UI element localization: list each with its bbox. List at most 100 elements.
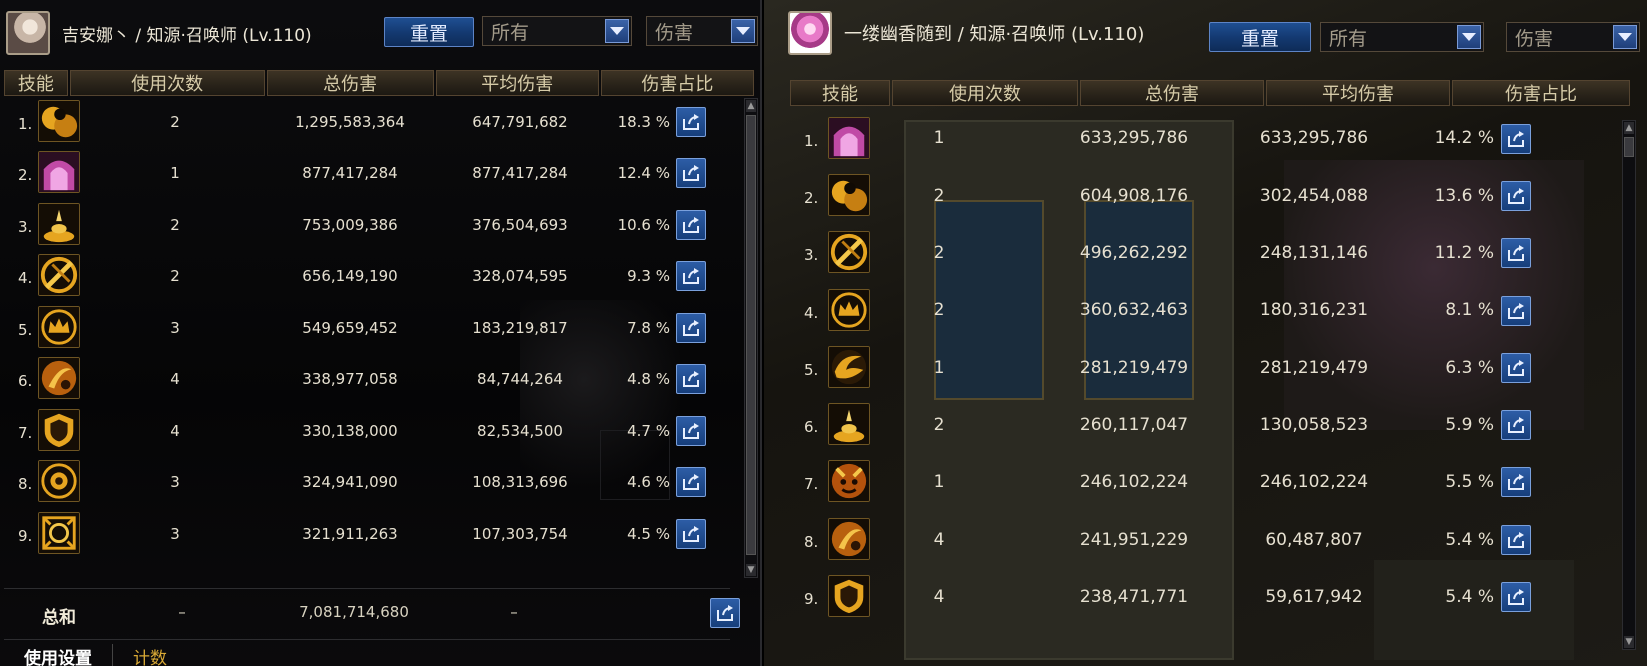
scroll-thumb[interactable] — [746, 115, 756, 555]
metric-filter-value: 伤害 — [655, 21, 694, 44]
skill-filter-dropdown[interactable]: 所有 — [482, 16, 632, 46]
share-row-button[interactable] — [1501, 352, 1531, 383]
share-row-button[interactable] — [676, 518, 706, 549]
scroll-down-icon[interactable]: ▼ — [746, 564, 756, 576]
col-uses[interactable]: 使用次数 — [892, 80, 1078, 106]
shield-icon[interactable] — [828, 575, 870, 618]
row-total-damage: 324,941,090 — [302, 473, 398, 492]
skill-filter-dropdown[interactable]: 所有 — [1320, 22, 1484, 52]
pink-gate-icon[interactable] — [38, 151, 80, 194]
metric-filter-value: 伤害 — [1515, 27, 1554, 50]
metric-filter-dropdown[interactable]: 伤害 — [646, 16, 758, 46]
row-rank: 9. — [18, 526, 33, 545]
share-row-button[interactable] — [1501, 467, 1531, 498]
scroll-thumb[interactable] — [1624, 137, 1634, 157]
share-icon — [1508, 302, 1524, 319]
metric-filter-dropdown[interactable]: 伤害 — [1506, 22, 1640, 52]
share-row-button[interactable] — [676, 261, 706, 292]
share-row-button[interactable] — [1501, 410, 1531, 441]
scroll-down-icon[interactable]: ▼ — [1624, 636, 1634, 648]
gold-pile-icon[interactable] — [38, 202, 80, 245]
share-row-button[interactable] — [676, 312, 706, 343]
share-icon — [1508, 531, 1524, 548]
table-row: 3. 2 753,009,386 376,504,693 10.6 % — [0, 199, 760, 251]
scroll-up-icon[interactable]: ▲ — [1624, 122, 1634, 134]
col-skill[interactable]: 技能 — [790, 80, 890, 106]
row-total-damage: 241,951,229 — [1079, 529, 1189, 550]
share-row-button[interactable] — [676, 415, 706, 446]
row-total-damage: 753,009,386 — [302, 215, 398, 234]
demon-face-icon[interactable] — [828, 460, 870, 503]
share-icon — [683, 268, 699, 285]
col-total-damage[interactable]: 总伤害 — [266, 70, 434, 96]
share-icon — [1508, 359, 1524, 376]
row-damage-share: 5.4 % — [1445, 529, 1494, 550]
share-total-button[interactable] — [710, 598, 740, 628]
pink-gate-icon[interactable] — [828, 116, 870, 159]
scroll-up-icon[interactable]: ▲ — [746, 100, 756, 112]
rune-frame-icon[interactable] — [38, 511, 80, 554]
total-damage: 7,081,714,680 — [299, 603, 409, 621]
shield-icon[interactable] — [38, 408, 80, 451]
share-row-button[interactable] — [676, 106, 706, 137]
share-icon — [683, 319, 699, 336]
row-total-damage: 549,659,452 — [302, 318, 398, 337]
share-row-button[interactable] — [1501, 123, 1531, 154]
share-row-button[interactable] — [1501, 180, 1531, 211]
sun-medal-icon[interactable] — [38, 460, 80, 503]
row-damage-share: 8.1 % — [1445, 300, 1494, 321]
row-damage-share: 4.8 % — [627, 370, 670, 389]
share-row-button[interactable] — [1501, 238, 1531, 269]
share-row-button[interactable] — [676, 364, 706, 395]
row-damage-share: 4.6 % — [627, 473, 670, 492]
character-name: 一缕幽香随到 / 知源·召唤师 (Lv.110) — [844, 24, 1145, 45]
skill-filter-value: 所有 — [1329, 27, 1368, 50]
col-avg-damage[interactable]: 平均伤害 — [1266, 80, 1450, 106]
row-avg-damage: 281,219,479 — [1259, 357, 1369, 378]
share-row-button[interactable] — [1501, 524, 1531, 555]
slash-seal-icon[interactable] — [828, 231, 870, 274]
share-row-button[interactable] — [676, 158, 706, 189]
row-total-damage: 260,117,047 — [1079, 414, 1189, 435]
table-row: 8. 4 241,951,229 60,487,807 5.4 % — [764, 511, 1647, 568]
share-icon — [1508, 417, 1524, 434]
share-row-button[interactable] — [676, 467, 706, 498]
scrollbar[interactable]: ▲ ▼ — [1622, 120, 1636, 650]
table-row: 4. 2 360,632,463 180,316,231 8.1 % — [764, 282, 1647, 339]
row-total-damage: 338,977,058 — [302, 370, 398, 389]
twin-orb-icon[interactable] — [828, 173, 870, 216]
gold-pile-icon[interactable] — [828, 403, 870, 446]
tab-count[interactable]: 计数 — [113, 644, 187, 666]
twin-orb-icon[interactable] — [38, 99, 80, 142]
row-rank: 4. — [18, 269, 33, 288]
row-damage-share: 10.6 % — [617, 215, 670, 234]
row-total-damage: 656,149,190 — [302, 267, 398, 286]
row-total-damage: 877,417,284 — [302, 164, 398, 183]
tab-usage-settings[interactable]: 使用设置 — [4, 644, 113, 666]
share-icon — [683, 474, 699, 491]
row-rank: 1. — [804, 131, 819, 150]
claw-icon[interactable] — [38, 357, 80, 400]
reset-button[interactable]: 重置 — [384, 17, 474, 47]
share-row-button[interactable] — [1501, 582, 1531, 613]
col-uses[interactable]: 使用次数 — [69, 70, 265, 96]
row-uses: 2 — [170, 112, 180, 131]
share-icon — [683, 422, 699, 439]
slash-seal-icon[interactable] — [38, 254, 80, 297]
col-skill[interactable]: 技能 — [4, 70, 68, 96]
share-row-button[interactable] — [1501, 295, 1531, 326]
scrollbar[interactable]: ▲ ▼ — [744, 98, 758, 578]
swirl-icon[interactable] — [828, 345, 870, 388]
table-row: 7. 1 246,102,224 246,102,224 5.5 % — [764, 454, 1647, 511]
share-row-button[interactable] — [676, 209, 706, 240]
row-uses: 2 — [933, 243, 945, 264]
col-avg-damage[interactable]: 平均伤害 — [435, 70, 599, 96]
col-damage-share[interactable]: 伤害占比 — [1452, 80, 1630, 106]
claw-icon[interactable] — [828, 517, 870, 560]
col-total-damage[interactable]: 总伤害 — [1080, 80, 1264, 106]
crown-icon[interactable] — [828, 288, 870, 331]
col-damage-share[interactable]: 伤害占比 — [600, 70, 754, 96]
crown-icon[interactable] — [38, 305, 80, 348]
table-row: 5. 3 549,659,452 183,219,817 7.8 % — [0, 302, 760, 354]
reset-button[interactable]: 重置 — [1209, 22, 1311, 52]
